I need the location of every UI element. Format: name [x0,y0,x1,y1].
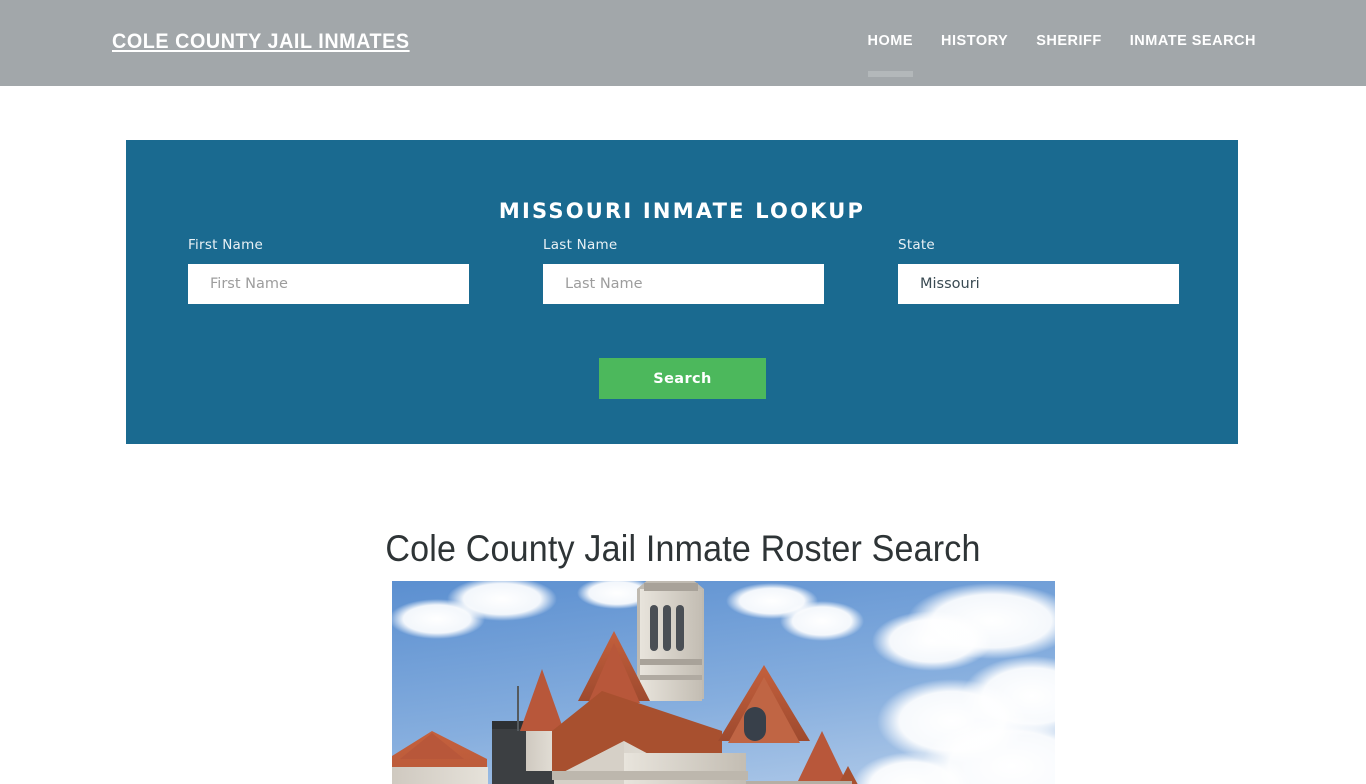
state-field-group: State [898,237,1179,304]
last-name-field-group: Last Name [543,237,824,304]
last-name-label: Last Name [543,237,618,253]
nav-item-sheriff[interactable]: SHERIFF [1022,32,1116,50]
search-button[interactable]: Search [599,358,766,399]
lookup-panel-title: MISSOURI INMATE LOOKUP [498,199,866,224]
nav-item-inmate-search[interactable]: INMATE SEARCH [1116,32,1256,50]
site-header: COLE COUNTY JAIL INMATES HOME HISTORY SH… [0,0,1366,86]
courthouse-photo [392,581,1055,784]
inmate-lookup-panel: MISSOURI INMATE LOOKUP First Name Last N… [126,140,1238,444]
state-input[interactable] [898,264,1179,304]
first-name-field-group: First Name [188,237,469,304]
nav-item-home[interactable]: HOME [854,32,928,77]
state-label: State [898,237,935,253]
first-name-label: First Name [188,237,264,253]
site-logo[interactable]: COLE COUNTY JAIL INMATES [112,30,410,54]
nav-item-history[interactable]: HISTORY [927,32,1022,50]
primary-navigation: HOME HISTORY SHERIFF INMATE SEARCH [854,32,1256,77]
last-name-input[interactable] [543,264,824,304]
courthouse-photo-graphic [392,581,1055,784]
page-title: Cole County Jail Inmate Roster Search [385,527,981,569]
first-name-input[interactable] [188,264,469,304]
